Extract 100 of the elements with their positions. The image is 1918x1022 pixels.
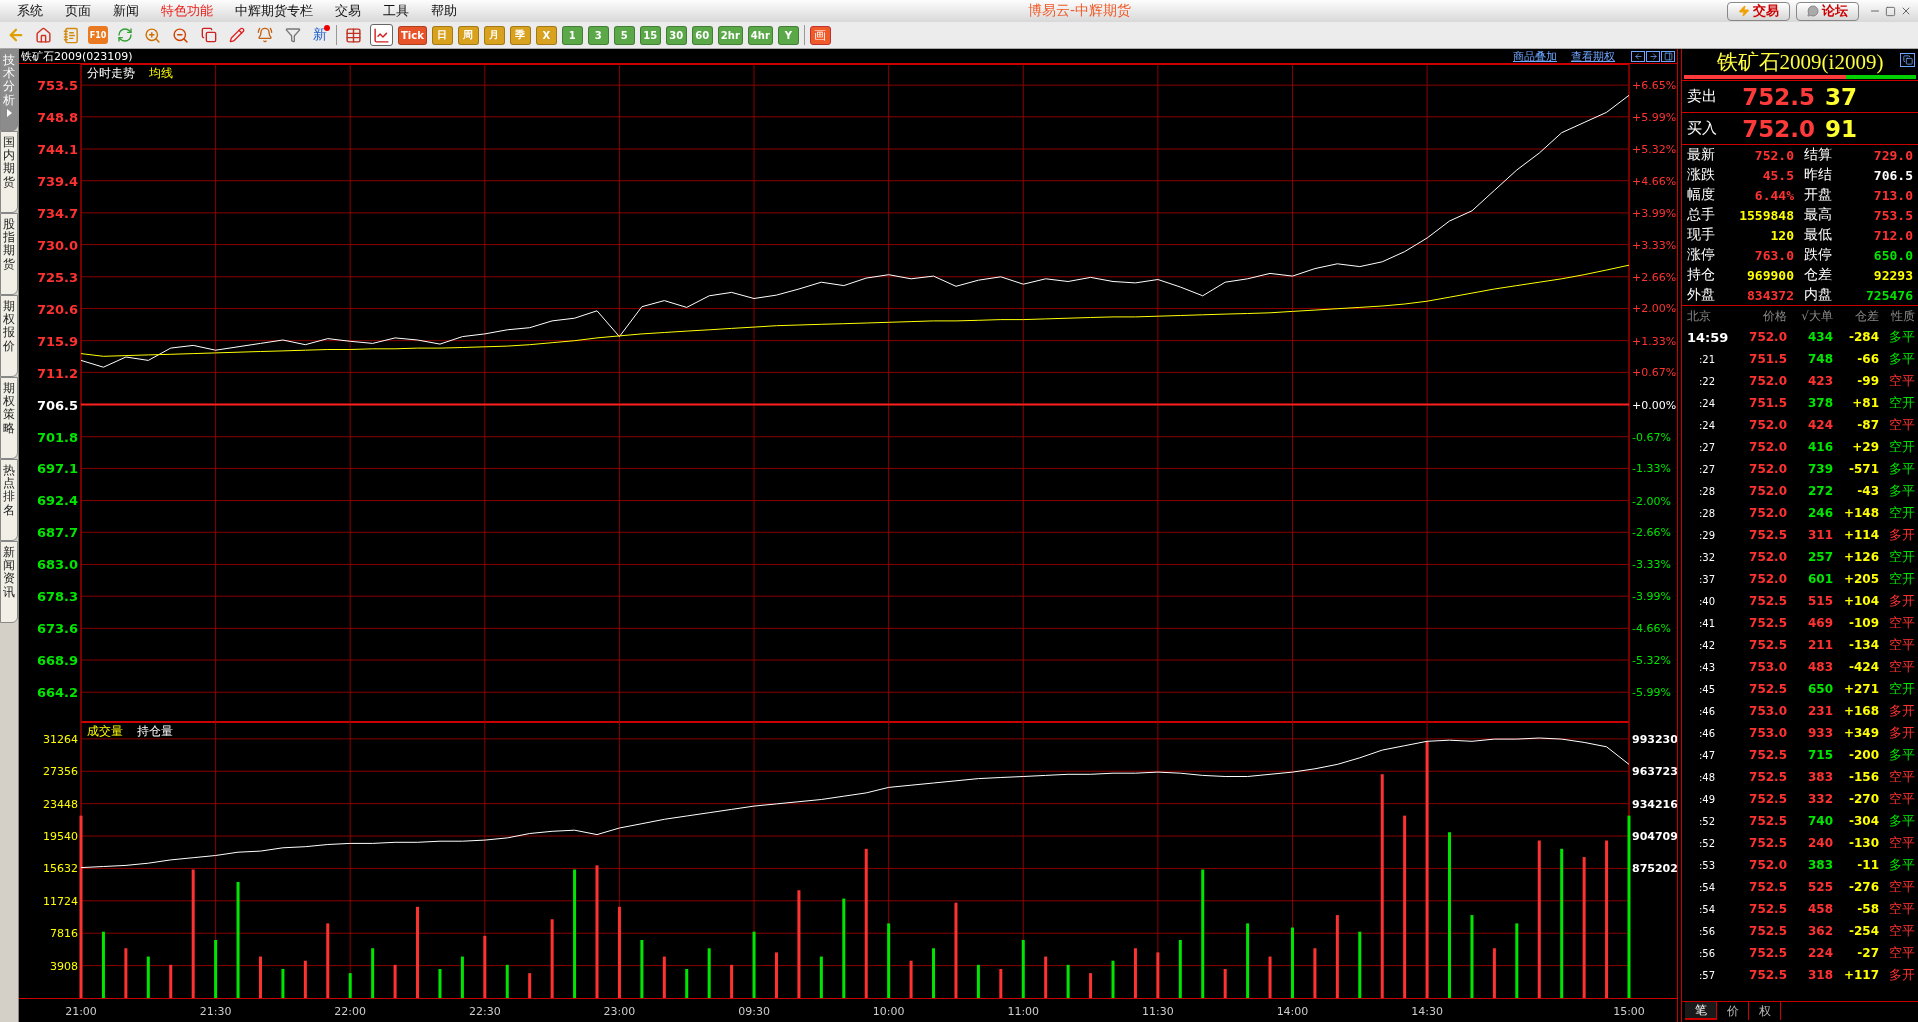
stat-value: 763.0 — [1753, 247, 1794, 263]
chart-view-button[interactable] — [370, 24, 393, 46]
menu-item[interactable]: 帮助 — [420, 2, 468, 20]
draw-button[interactable]: 画 — [809, 25, 831, 45]
tick-time: :40 — [1697, 595, 1717, 607]
axis-label: +2.66% — [1632, 270, 1677, 284]
time-label: 11:30 — [1142, 1005, 1174, 1018]
menu-item[interactable]: 系统 — [6, 2, 54, 20]
axis-label: 963723 — [1632, 765, 1677, 779]
tick-time: :49 — [1697, 793, 1717, 805]
tick-change: +168 — [1842, 704, 1879, 718]
period-button[interactable]: 3 — [587, 25, 609, 45]
tick-change: -109 — [1847, 616, 1879, 630]
axis-label: 720.6 — [36, 301, 78, 317]
period-button[interactable]: Y — [777, 25, 799, 45]
side-tab[interactable]: 技术分析 — [0, 49, 18, 131]
tick-volume: 246 — [1806, 506, 1833, 520]
forum-button[interactable]: 论坛 — [1796, 1, 1859, 21]
tick-price: 752.0 — [1748, 550, 1787, 564]
tick-volume: 483 — [1806, 660, 1833, 674]
panel-icon[interactable] — [1661, 50, 1675, 62]
tick-price: 752.5 — [1748, 946, 1787, 960]
period-button[interactable]: 2hr — [717, 25, 743, 45]
stat-value: 45.5 — [1761, 167, 1794, 183]
period-button[interactable]: 15 — [639, 25, 661, 45]
tick-time: :56 — [1697, 925, 1717, 937]
side-tab[interactable]: 新闻资讯 — [0, 541, 18, 623]
tick-type: 多开 — [1888, 966, 1915, 984]
tick-time: :21 — [1697, 353, 1717, 365]
tick-price: 752.5 — [1748, 902, 1787, 916]
period-button[interactable]: 30 — [665, 25, 687, 45]
news-button[interactable]: 新 — [309, 24, 331, 46]
tick-volume: 525 — [1806, 880, 1833, 894]
tick-price: 752.5 — [1748, 528, 1787, 542]
axis-label: +1.33% — [1632, 334, 1677, 348]
tick-change: -58 — [1856, 902, 1879, 916]
period-button[interactable]: 60 — [691, 25, 713, 45]
trade-button[interactable]: 交易 — [1727, 1, 1790, 21]
tick-time: :57 — [1697, 969, 1717, 981]
close-icon[interactable] — [1900, 5, 1912, 17]
period-button[interactable]: 5 — [613, 25, 635, 45]
tick-price: 752.5 — [1748, 836, 1787, 850]
time-label: 09:30 — [738, 1005, 770, 1018]
stat-label: 最低 — [1803, 226, 1833, 244]
tick-time: :43 — [1697, 661, 1717, 673]
menu-item[interactable]: 工具 — [372, 2, 420, 20]
volume-bar — [505, 964, 509, 998]
axis-label: 734.7 — [36, 205, 78, 221]
stat-value: 753.5 — [1872, 207, 1913, 223]
tick-time: :54 — [1697, 881, 1717, 893]
menu-item[interactable]: 中辉期货专栏 — [224, 2, 324, 20]
axis-label: 725.3 — [36, 269, 78, 285]
tick-volume: 423 — [1806, 374, 1833, 388]
tick-type: 多开 — [1888, 702, 1915, 720]
restore-icon[interactable] — [1900, 53, 1915, 67]
f10-button[interactable]: F10 — [88, 26, 108, 44]
tick-change: -27 — [1856, 946, 1879, 960]
menu-item[interactable]: 交易 — [324, 2, 372, 20]
axis-label: -4.66% — [1632, 622, 1671, 636]
tick-type: 多平 — [1888, 856, 1915, 874]
tick-volume: 458 — [1806, 902, 1833, 916]
tick-change: -130 — [1847, 836, 1879, 850]
axis-label: 11724 — [43, 894, 78, 908]
header-link[interactable]: 商品叠加 — [1513, 48, 1557, 64]
axis-label: 993230 — [1632, 732, 1677, 746]
tick-price: 752.5 — [1748, 770, 1787, 784]
tick-time: 14:59 — [1687, 329, 1727, 345]
header-link[interactable]: 查看期权 — [1571, 48, 1615, 64]
side-tab[interactable]: 国内期货 — [0, 131, 18, 213]
menu-item[interactable]: 页面 — [54, 2, 102, 20]
stat-label: 昨结 — [1803, 166, 1833, 184]
panel-tab[interactable]: 笔 — [1685, 1002, 1717, 1020]
side-tab[interactable]: 期权策略 — [0, 377, 18, 459]
side-tab[interactable]: 热点排名 — [0, 459, 18, 541]
side-tab[interactable]: 股指期货 — [0, 213, 18, 295]
axis-label: 683.0 — [36, 557, 78, 573]
tick-price: 752.5 — [1748, 638, 1787, 652]
axis-label: 706.5 — [36, 397, 78, 413]
maximize-icon[interactable] — [1885, 5, 1896, 17]
tick-price: 752.5 — [1748, 924, 1787, 938]
book-label: 买入 — [1687, 119, 1718, 138]
tick-price: 753.0 — [1748, 704, 1787, 718]
tick-price: 752.0 — [1748, 506, 1787, 520]
volume-bar — [460, 956, 464, 998]
period-button[interactable]: 1 — [561, 25, 583, 45]
period-button[interactable]: Tick — [398, 25, 427, 45]
volume-bar — [1313, 948, 1317, 998]
axis-label: 3908 — [50, 959, 78, 973]
axis-label: 748.8 — [36, 110, 78, 125]
menu-item[interactable]: 特色功能 — [150, 2, 224, 20]
menu-item[interactable]: 新闻 — [102, 2, 150, 20]
legend-label: 均线 — [149, 66, 173, 80]
axis-label: 934216 — [1632, 797, 1677, 811]
book-price: 752.5 — [1741, 83, 1815, 110]
tick-type: 多平 — [1888, 746, 1915, 764]
volume-bar — [976, 964, 980, 998]
stat-value: 713.0 — [1872, 187, 1913, 203]
side-tab[interactable]: 期权报价 — [0, 295, 18, 377]
period-button[interactable]: 4hr — [747, 25, 773, 45]
speech-bubble-icon — [1807, 5, 1819, 17]
